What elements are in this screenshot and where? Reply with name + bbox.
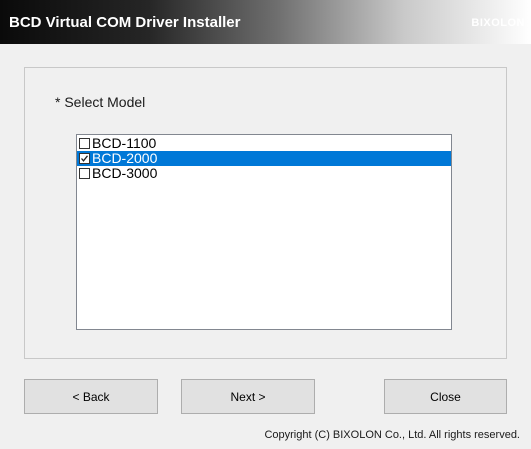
checkbox-icon[interactable]: [79, 168, 90, 179]
model-item[interactable]: BCD-2000: [77, 151, 451, 166]
model-list[interactable]: BCD-1100 BCD-2000 BCD-3000: [76, 134, 452, 330]
checkbox-icon[interactable]: [79, 138, 90, 149]
back-button[interactable]: < Back: [24, 379, 158, 414]
close-button[interactable]: Close: [384, 379, 507, 414]
model-item[interactable]: BCD-1100: [77, 136, 451, 151]
brand-logo-text: BIXOLON: [471, 17, 525, 29]
window-title: BCD Virtual COM Driver Installer: [9, 14, 241, 31]
next-button[interactable]: Next >: [181, 379, 315, 414]
model-item-label: BCD-3000: [92, 165, 158, 181]
checkmark-icon[interactable]: [79, 153, 90, 164]
model-item-label: BCD-1100: [92, 135, 157, 151]
model-item[interactable]: BCD-3000: [77, 166, 451, 181]
copyright-text: Copyright (C) BIXOLON Co., Ltd. All righ…: [264, 429, 520, 441]
select-model-label: * Select Model: [55, 94, 146, 110]
title-bar: BCD Virtual COM Driver Installer BIXOLON: [0, 0, 531, 44]
model-selection-panel: * Select Model BCD-1100 BCD-2000 BCD-300…: [24, 67, 507, 359]
model-item-label: BCD-2000: [92, 150, 158, 166]
